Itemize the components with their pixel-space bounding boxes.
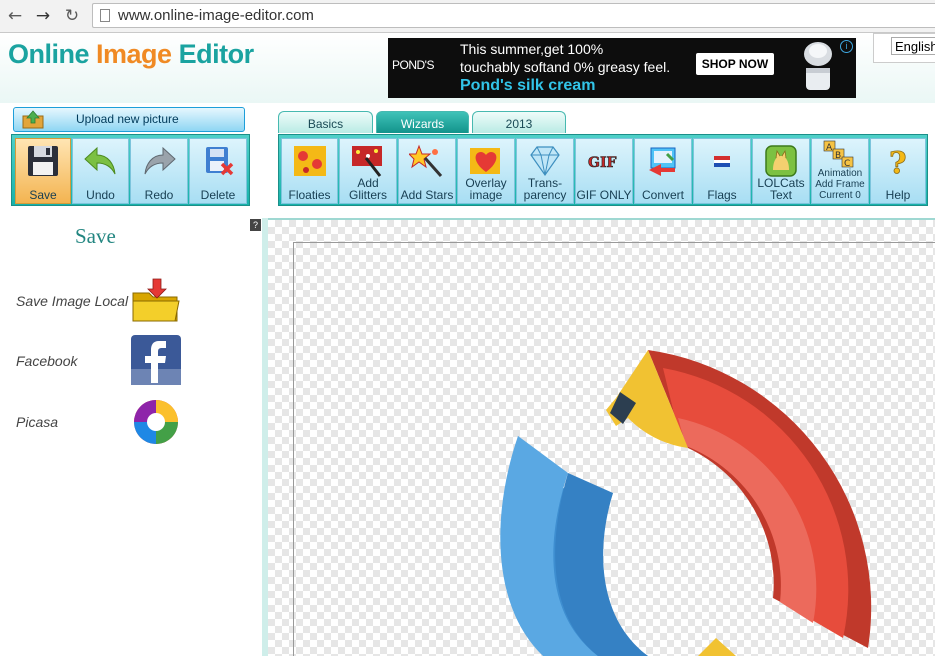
site-header: Online Image Editor POND'S This summer,g… — [0, 33, 935, 103]
overlay-heart-icon — [470, 148, 500, 174]
floppy-icon — [28, 146, 58, 176]
cream-jar-icon — [804, 42, 832, 90]
url-text: www.online-image-editor.com — [118, 7, 314, 24]
ad-text-line2: touchably softand 0% greasy feel. — [460, 59, 671, 75]
upload-new-picture-button[interactable]: Upload new picture — [13, 107, 245, 132]
folder-download-icon[interactable] — [131, 277, 181, 327]
address-bar[interactable]: www.online-image-editor.com — [92, 3, 935, 28]
redo-button[interactable]: Redo — [130, 138, 188, 204]
redo-arrow-icon — [144, 146, 176, 175]
picasa-label[interactable]: Picasa — [16, 414, 58, 430]
ad-brand: POND'S — [392, 58, 434, 72]
language-box: English — [873, 33, 935, 63]
flags-label: Flags — [707, 188, 737, 202]
flag-icon — [714, 156, 730, 167]
help-label: Help — [885, 188, 911, 202]
delete-button[interactable]: Delete — [189, 138, 247, 204]
logo-word-image: Image — [96, 39, 172, 69]
save-button[interactable]: Save — [15, 138, 71, 204]
lolcats-text-label: LOLCats Text — [757, 176, 805, 202]
picasa-icon[interactable] — [131, 397, 181, 447]
add-glitters-button[interactable]: Add Glitters — [339, 138, 397, 204]
lolcat-icon — [765, 145, 797, 177]
undo-arrow-icon — [83, 146, 115, 175]
lolcats-text-button[interactable]: LOLCats Text — [752, 138, 810, 204]
delete-label: Delete — [200, 188, 236, 202]
reload-icon[interactable]: ↻ — [62, 6, 82, 26]
flags-button[interactable]: Flags — [693, 138, 751, 204]
redo-label: Redo — [144, 188, 174, 202]
svg-text:A: A — [826, 143, 833, 153]
undo-button[interactable]: Undo — [72, 138, 129, 204]
svg-text:?: ? — [889, 146, 907, 178]
panel-title: Save — [75, 224, 116, 248]
add-frame-label: Add Frame — [815, 179, 865, 190]
save-label: Save — [29, 188, 57, 202]
add-stars-label: Add Stars — [400, 188, 454, 202]
gif-only-button[interactable]: GIF GIF ONLY — [575, 138, 633, 204]
svg-text:C: C — [844, 159, 850, 168]
help-button[interactable]: ? Help — [870, 138, 926, 204]
shop-now-button[interactable]: SHOP NOW — [696, 53, 774, 75]
floaties-label: Floaties — [288, 188, 331, 202]
stars-wand-icon — [409, 144, 443, 177]
overlay-image-label: Overlay image — [465, 176, 507, 202]
logo-word-editor: Editor — [178, 39, 255, 69]
tab-basics[interactable]: Basics — [278, 111, 373, 133]
overlay-image-button[interactable]: Overlay image — [457, 138, 515, 204]
edit-toolbar: Save Undo Redo Delete — [11, 134, 250, 206]
advertisement-banner[interactable]: POND'S This summer,get 100% touchably so… — [388, 38, 856, 98]
glitter-wand-icon — [352, 146, 382, 177]
animation-button[interactable]: A B C Animation Add Frame Current 0 — [811, 138, 869, 204]
facebook-icon[interactable] — [131, 335, 181, 385]
upload-icon — [22, 110, 44, 129]
tab-wizards[interactable]: Wizards — [376, 111, 469, 133]
current-frame-label: Current 0 — [819, 190, 861, 201]
question-mark-icon: ? — [889, 146, 907, 178]
browser-toolbar: ← → ↻ www.online-image-editor.com — [0, 0, 935, 33]
gif-icon: GIF — [588, 155, 617, 172]
ring-graphic-image — [500, 350, 872, 656]
page-icon — [100, 9, 110, 22]
ad-info-icon[interactable]: i — [840, 40, 853, 53]
svg-text:GIF: GIF — [588, 155, 617, 171]
convert-label: Convert — [641, 188, 685, 202]
ad-text-line1: This summer,get 100% — [460, 41, 604, 57]
facebook-label[interactable]: Facebook — [16, 353, 77, 369]
save-image-local-label[interactable]: Save Image Local — [16, 293, 128, 309]
add-stars-button[interactable]: Add Stars — [398, 138, 456, 204]
convert-button[interactable]: Convert — [634, 138, 692, 204]
ad-text-line3: Pond's silk cream — [460, 77, 596, 94]
back-icon[interactable]: ← — [5, 6, 25, 26]
svg-text:B: B — [835, 151, 841, 161]
logo-word-online: Online — [8, 39, 90, 69]
transparency-label: Trans-parency — [523, 176, 567, 202]
transparency-button[interactable]: Trans-parency — [516, 138, 574, 204]
gif-only-label: GIF ONLY — [576, 188, 632, 202]
delete-icon — [206, 147, 234, 176]
add-glitters-label: Add Glitters — [348, 176, 387, 202]
upload-label: Upload new picture — [76, 112, 179, 126]
undo-label: Undo — [86, 188, 115, 202]
diamond-icon — [530, 146, 560, 177]
forward-icon[interactable]: → — [33, 6, 53, 26]
tab-2013[interactable]: 2013 — [472, 111, 566, 133]
floaties-icon — [293, 146, 326, 176]
animation-label: Animation — [817, 168, 863, 179]
convert-icon — [649, 147, 676, 176]
wizards-toolbar: Floaties Add Glitters Add Stars Overlay … — [278, 134, 928, 206]
panel-help-icon[interactable]: ? — [250, 219, 261, 231]
abc-blocks-icon: A B C — [823, 140, 854, 168]
floaties-button[interactable]: Floaties — [281, 138, 338, 204]
site-logo[interactable]: Online Image Editor — [8, 39, 254, 70]
language-select[interactable]: English — [891, 37, 935, 55]
